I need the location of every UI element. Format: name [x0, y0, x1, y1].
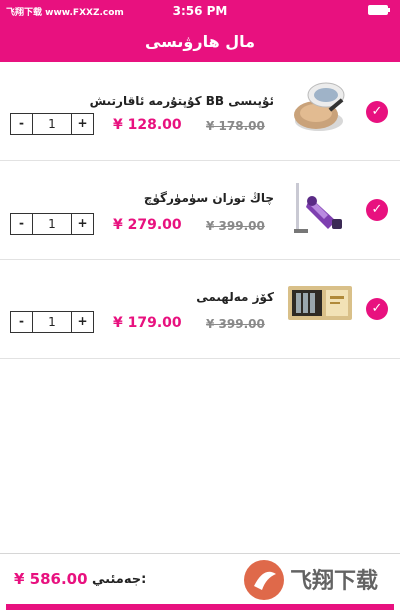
watermark-logo: 飞翔下载 [244, 560, 378, 600]
quantity-stepper: - 1 + [10, 113, 94, 135]
eye-cream-box-image [288, 286, 352, 320]
vacuum-cleaner-image [294, 183, 342, 233]
item-title: ئۇپىسى BB كۇپتۇرمە ئاقارتىش [89, 94, 274, 108]
status-time: 3:56 PM [172, 4, 228, 18]
nav-bar: مال ھارۋىسى [0, 22, 400, 62]
watermark-logo-text: 飞翔下载 [290, 568, 378, 594]
battery-icon [368, 5, 390, 15]
cart-item: ✓ كۆز مەلھىمى ¥ 399.00 ¥ 179.00 - 1 + [0, 260, 400, 359]
increment-button[interactable]: + [71, 214, 93, 234]
decrement-button[interactable]: - [11, 214, 33, 234]
quantity-stepper: - 1 + [10, 311, 94, 333]
quantity-field[interactable]: 1 [33, 312, 71, 332]
decrement-button[interactable]: - [11, 114, 33, 134]
total-value: ¥ 586.00 [14, 570, 88, 588]
item-price: ¥ 279.00 [113, 217, 182, 233]
status-bar: 飞翔下载 www.FXXZ.com 3:56 PM [0, 0, 400, 22]
page-title: مال ھارۋىسى [144, 32, 256, 51]
total-label: جەمئىي: [92, 572, 147, 587]
cart-list: ✓ ئۇپىسى BB كۇپتۇرمە ئاقارتىش ¥ 178.00 ¥… [0, 62, 400, 359]
item-old-price: ¥ 178.00 [206, 119, 265, 133]
quantity-stepper: - 1 + [10, 213, 94, 235]
cart-item: ✓ ئۇپىسى BB كۇپتۇرمە ئاقارتىش ¥ 178.00 ¥… [0, 62, 400, 161]
item-old-price: ¥ 399.00 [206, 219, 265, 233]
check-circle-icon[interactable]: ✓ [366, 101, 388, 123]
item-price: ¥ 179.00 [113, 315, 182, 331]
cart-item: ✓ چاڭ توزان سۈمۈرگۈچ ¥ 399.00 ¥ 279.00 -… [0, 161, 400, 260]
check-circle-icon[interactable]: ✓ [366, 298, 388, 320]
item-title: چاڭ توزان سۈمۈرگۈچ [143, 191, 274, 205]
cushion-compact-image [294, 82, 345, 131]
item-old-price: ¥ 399.00 [206, 317, 265, 331]
quantity-field[interactable]: 1 [33, 214, 71, 234]
item-price: ¥ 128.00 [113, 117, 182, 133]
decrement-button[interactable]: - [11, 312, 33, 332]
check-circle-icon[interactable]: ✓ [366, 199, 388, 221]
increment-button[interactable]: + [71, 114, 93, 134]
quantity-field[interactable]: 1 [33, 114, 71, 134]
increment-button[interactable]: + [71, 312, 93, 332]
item-title: كۆز مەلھىمى [196, 290, 274, 304]
